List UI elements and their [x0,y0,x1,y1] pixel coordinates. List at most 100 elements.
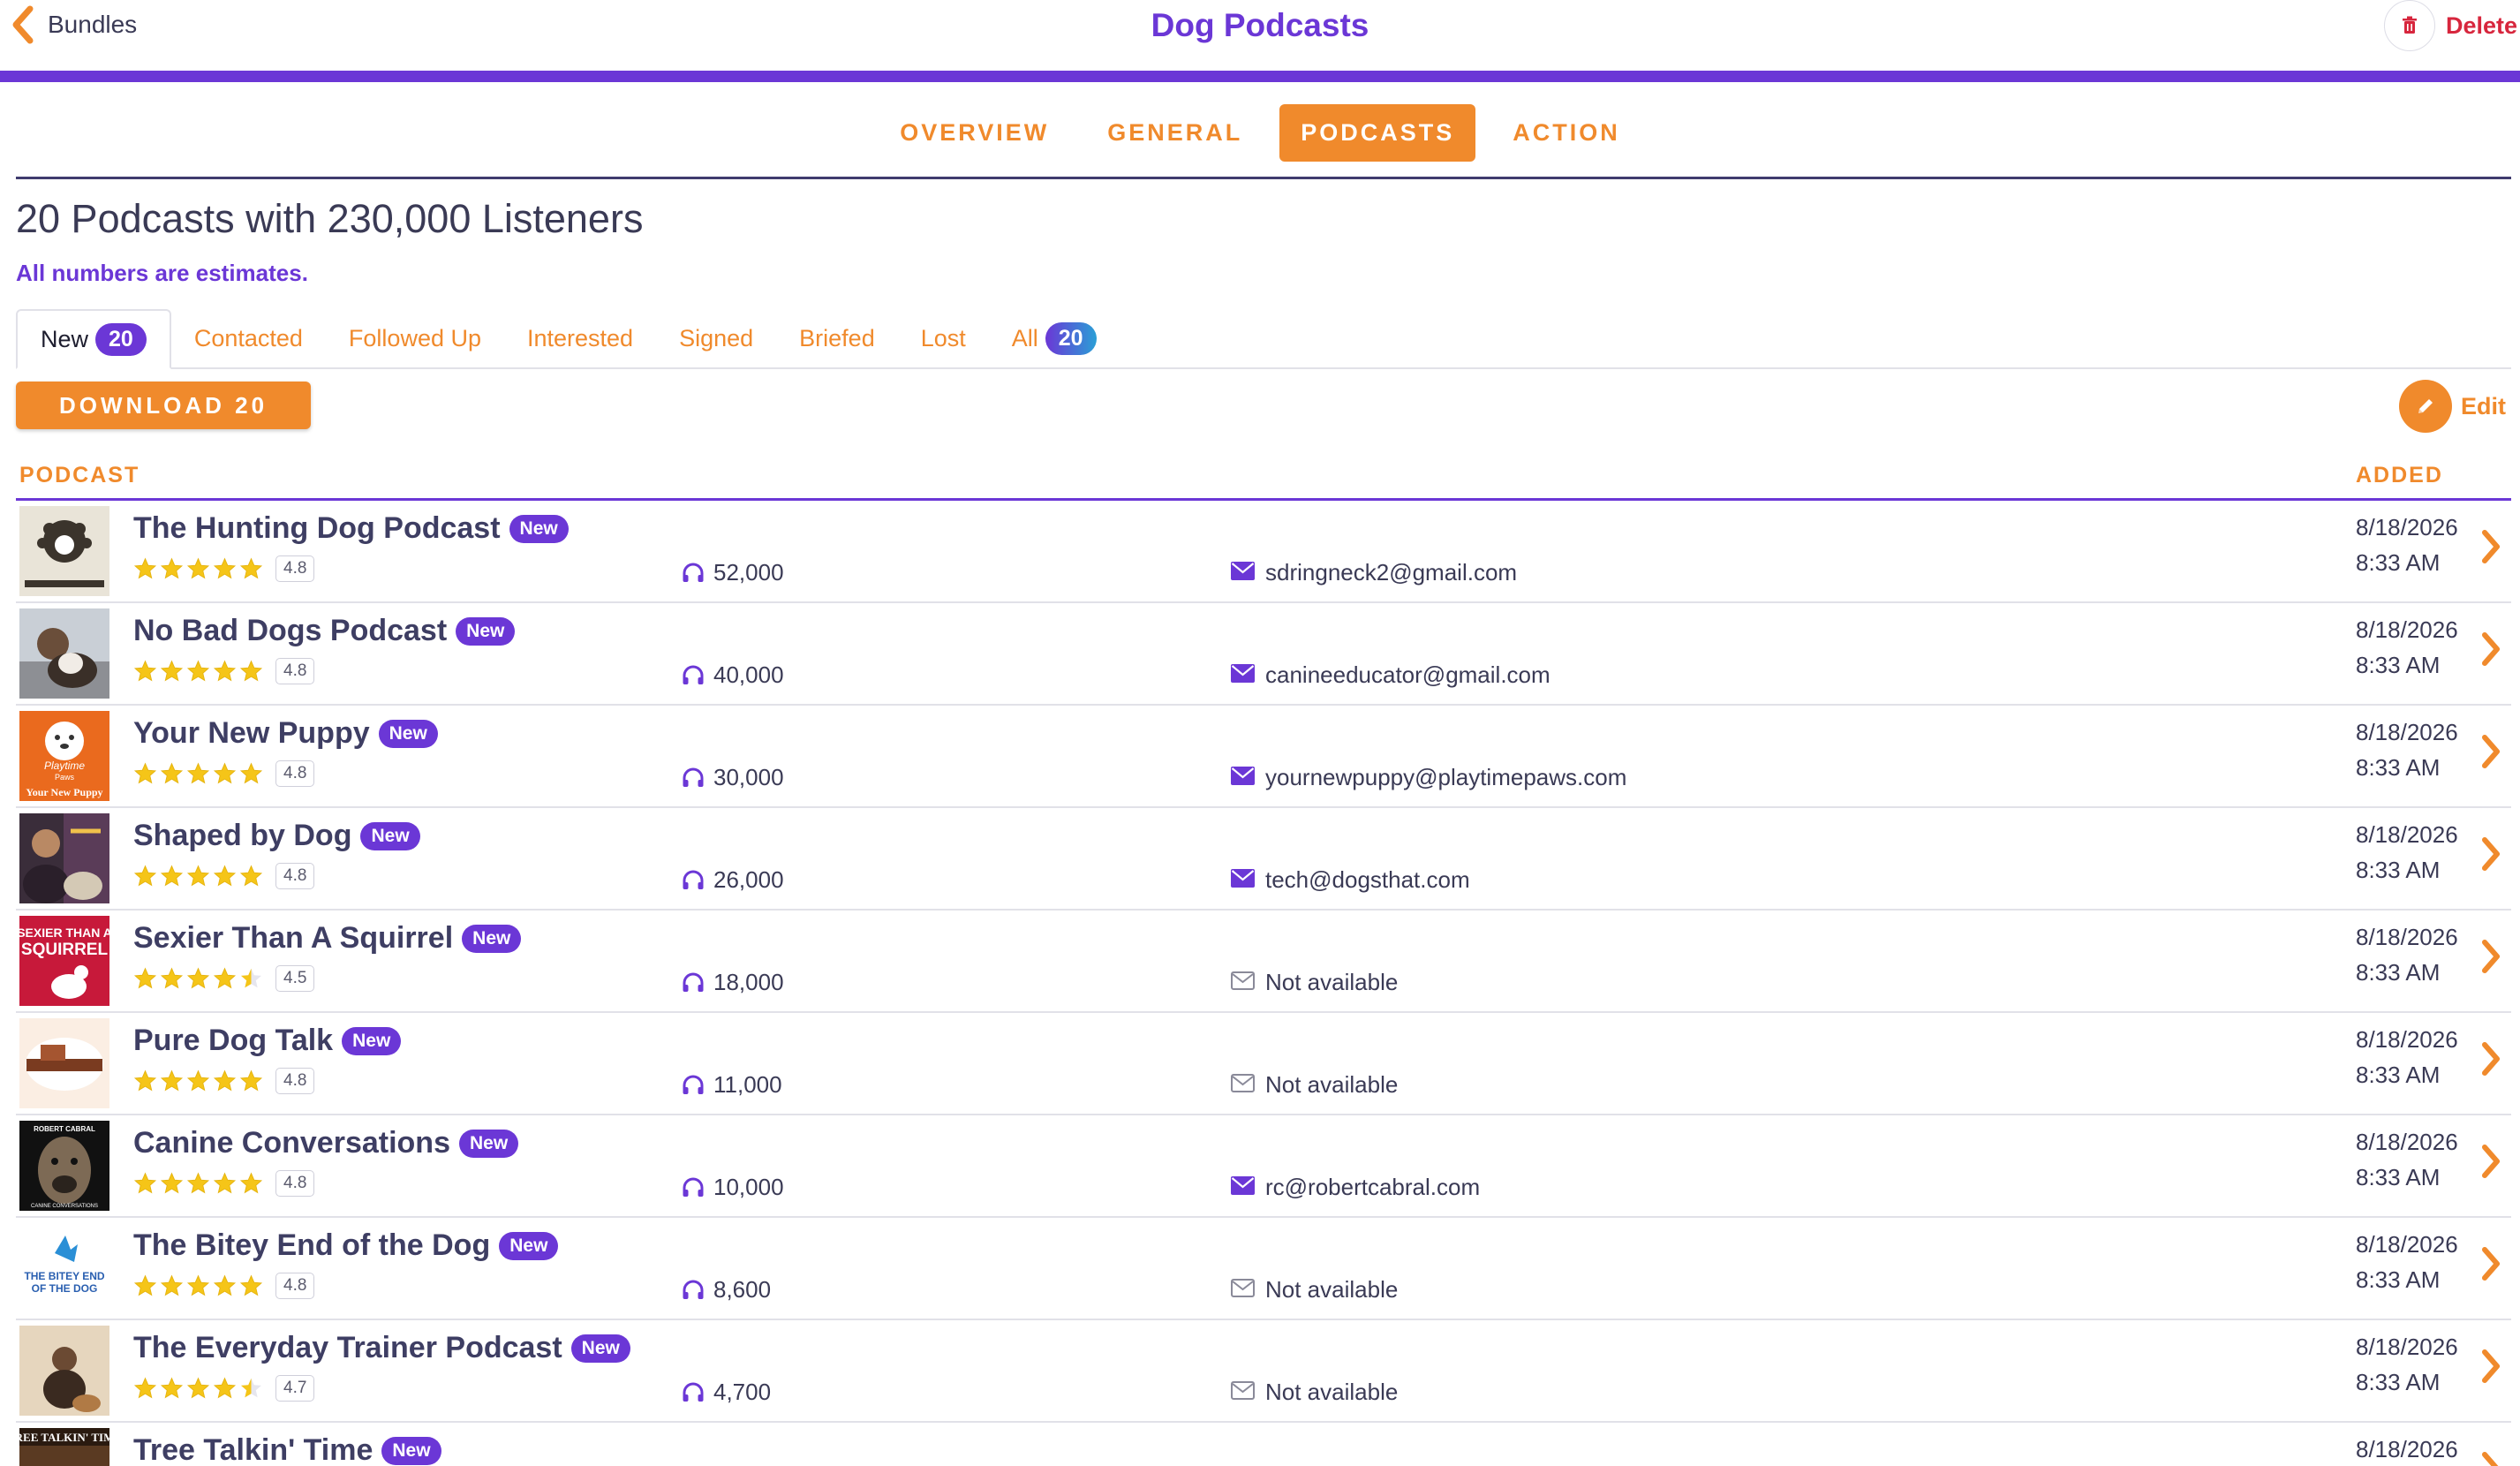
podcast-title: Shaped by Dog [133,819,352,852]
podcast-cover [19,813,109,903]
table-row[interactable]: Pure Dog Talk New 4.8 11,000 Not availab… [16,1013,2511,1115]
star-icon [186,1377,210,1398]
status-tab-lost[interactable]: Lost [898,309,989,367]
status-tab-interested[interactable]: Interested [504,309,656,367]
status-tab-briefed[interactable]: Briefed [776,309,898,367]
star-icon [239,865,263,886]
email: Not available [1231,1071,1398,1099]
headphones-icon [683,1075,704,1094]
table-row[interactable]: ROBERT CABRAL CANINE CONVERSATIONS Canine… [16,1115,2511,1218]
table-row[interactable]: Playtime Paws Your New Puppy Your New Pupp… [16,706,2511,808]
star-icon [213,1377,237,1398]
envelope-icon [1231,1176,1255,1195]
listeners: 10,000 [682,1174,784,1201]
title-line: The Everyday Trainer Podcast New [133,1331,630,1365]
listeners: 30,000 [682,764,784,791]
listeners-count: 26,000 [713,866,784,893]
email-address: canineeducator@gmail.com [1265,661,1550,688]
table-row[interactable]: No Bad Dogs Podcast New 4.8 40,000 canin… [16,603,2511,706]
column-header-podcast[interactable]: PODCAST [19,463,140,488]
status-tab-contacted[interactable]: Contacted [171,309,326,367]
edit-button[interactable]: Edit [2399,380,2506,433]
headphones-icon [683,563,704,582]
email: yournewpuppy@playtimepaws.com [1231,764,1626,791]
star-rating [133,660,263,684]
edit-label: Edit [2461,392,2506,419]
chevron-right-icon[interactable] [2479,1142,2502,1185]
tab-overview[interactable]: OVERVIEW [879,104,1070,162]
envelope-icon [1231,969,1255,996]
section-divider [16,177,2511,179]
status-tab-signed[interactable]: Signed [656,309,776,367]
star-rating [133,865,263,888]
table-row[interactable]: The Everyday Trainer Podcast New 4.7 4,7… [16,1320,2511,1423]
table-row[interactable]: TREE TALKIN' TIME Tree Talkin' Time New … [16,1423,2511,1466]
headphones-icon [683,870,704,889]
listeners-count: 52,000 [713,559,784,586]
download-button[interactable]: DOWNLOAD 20 [16,382,311,429]
chevron-right-icon[interactable] [2479,835,2502,878]
table-row[interactable]: The Hunting Dog Podcast New 4.8 52,000 s… [16,501,2511,603]
rating: 4.5 [133,965,315,992]
chevron-right-icon[interactable] [2479,630,2502,673]
chevron-right-icon[interactable] [2479,1039,2502,1083]
star-icon [239,557,263,578]
chevron-right-icon[interactable] [2479,1347,2502,1390]
listeners-count: 18,000 [713,969,784,995]
star-icon [133,1069,157,1091]
status-tab-all[interactable]: All 20 [989,309,1120,367]
new-badge: New [378,719,438,748]
rating-value: 4.7 [275,1375,315,1402]
added-date-time: 8:33 AM [2356,857,2441,883]
rating: 4.8 [133,1068,315,1094]
envelope-icon [1231,764,1255,791]
chevron-right-icon[interactable] [2479,732,2502,775]
svg-text:Your New Puppy: Your New Puppy [26,786,102,798]
email-address: Not available [1265,1071,1399,1098]
table-row[interactable]: THE BITEY END OF THE DOG The Bitey End of… [16,1218,2511,1320]
podcast-title: Tree Talkin' Time [133,1433,373,1466]
star-rating [133,557,263,581]
chevron-right-icon[interactable] [2479,527,2502,571]
status-tab-followed-up[interactable]: Followed Up [326,309,504,367]
svg-text:SQUIRREL: SQUIRREL [21,941,109,959]
tab-action[interactable]: ACTION [1491,104,1641,162]
star-icon [241,1378,261,1397]
star-icon [133,1274,157,1296]
status-tab-new[interactable]: New 20 [16,309,171,369]
table-row[interactable]: SEXIER THAN A SQUIRREL Sexier Than A Squi… [16,911,2511,1013]
star-rating [133,1377,263,1401]
svg-text:CANINE CONVERSATIONS: CANINE CONVERSATIONS [31,1204,98,1209]
new-badge: New [509,514,569,543]
column-header-added[interactable]: ADDED [2356,463,2443,488]
pencil-icon [2399,380,2452,433]
star-icon [186,967,210,988]
listeners-count: 11,000 [713,1071,782,1098]
star-icon [133,1377,157,1398]
star-icon [133,762,157,783]
tab-podcasts[interactable]: PODCASTS [1279,104,1476,162]
star-icon [133,557,157,578]
star-icon [213,865,237,886]
chevron-right-icon[interactable] [2479,1244,2502,1288]
star-icon [213,660,237,681]
top-bar: Bundles Dog Podcasts Delete [0,0,2520,71]
rating-value: 4.8 [275,1068,315,1094]
title-line: The Bitey End of the Dog New [133,1228,559,1263]
new-badge: New [456,616,516,646]
listeners-count: 8,600 [713,1276,772,1303]
star-icon [186,865,210,886]
listeners: 4,700 [682,1379,771,1406]
email-address: Not available [1265,1276,1399,1303]
table-row[interactable]: Shaped by Dog New 4.8 26,000 tech@dogsth… [16,808,2511,911]
tab-general[interactable]: GENERAL [1086,104,1264,162]
listeners: 40,000 [682,661,784,689]
chevron-right-icon[interactable] [2479,1449,2502,1466]
delete-button[interactable]: Delete [2384,0,2517,51]
envelope-outline-icon [1231,1074,1255,1092]
new-badge: New [570,1334,630,1363]
envelope-icon [1231,1071,1255,1099]
envelope-icon [1231,869,1255,888]
chevron-right-icon[interactable] [2479,937,2502,980]
envelope-icon [1231,1379,1255,1406]
